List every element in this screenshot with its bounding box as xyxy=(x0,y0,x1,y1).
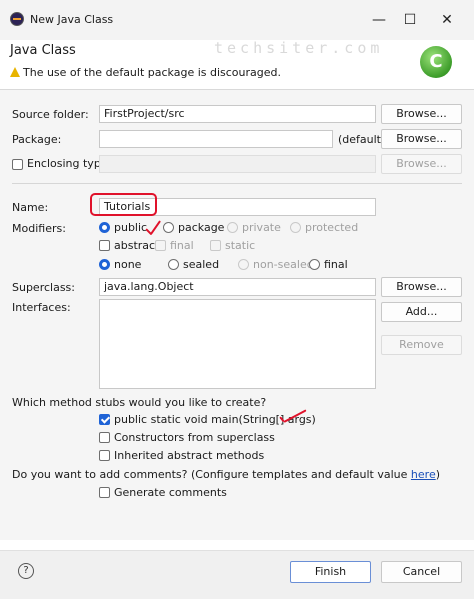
maximize-button[interactable]: ☐ xyxy=(395,8,425,32)
package-label: Package: xyxy=(12,133,62,146)
modifier-public-label: public xyxy=(114,221,148,234)
modifier-static-checkbox[interactable] xyxy=(210,240,221,251)
modifier-protected-label: protected xyxy=(305,221,359,234)
stub-inherited-label: Inherited abstract methods xyxy=(114,449,265,462)
modifier-protected-radio[interactable] xyxy=(290,222,301,233)
annotation-circle xyxy=(90,193,157,216)
stub-inherited-checkbox[interactable] xyxy=(99,450,110,461)
stub-constructors-checkbox[interactable] xyxy=(99,432,110,443)
close-button[interactable]: ✕ xyxy=(432,8,462,32)
page-title: Java Class xyxy=(10,43,76,58)
sealing-none-radio[interactable] xyxy=(99,259,110,270)
configure-templates-link[interactable]: here xyxy=(411,468,436,481)
modifier-package-radio[interactable] xyxy=(163,222,174,233)
interfaces-label: Interfaces: xyxy=(12,301,71,314)
cancel-button[interactable]: Cancel xyxy=(381,561,462,583)
modifier-final-label: final xyxy=(170,239,194,252)
modifier-package-label: package xyxy=(178,221,225,234)
sealing-non-sealed-label: non-sealed xyxy=(253,258,314,271)
modifier-public-radio[interactable] xyxy=(99,222,110,233)
source-folder-label: Source folder: xyxy=(12,108,89,121)
remove-interface-button[interactable]: Remove xyxy=(381,335,462,355)
enclosing-type-browse-button[interactable]: Browse... xyxy=(381,154,462,174)
watermark: techsiter.com xyxy=(214,39,384,57)
superclass-input[interactable]: java.lang.Object xyxy=(99,278,376,296)
package-browse-button[interactable]: Browse... xyxy=(381,129,462,149)
superclass-browse-button[interactable]: Browse... xyxy=(381,277,462,297)
sealing-final-label: final xyxy=(324,258,348,271)
modifiers-label: Modifiers: xyxy=(12,222,66,235)
help-icon[interactable]: ? xyxy=(18,563,34,579)
modifier-private-label: private xyxy=(242,221,281,234)
eclipse-app-icon xyxy=(10,12,24,26)
comments-question: Do you want to add comments? (Configure … xyxy=(12,468,441,481)
enclosing-type-checkbox[interactable] xyxy=(12,159,23,170)
interfaces-list[interactable] xyxy=(99,299,376,389)
finish-button[interactable]: Finish xyxy=(290,561,371,583)
package-default-hint: (default) xyxy=(338,133,386,146)
sealing-sealed-label: sealed xyxy=(183,258,220,271)
sealing-non-sealed-radio[interactable] xyxy=(238,259,249,270)
superclass-label: Superclass: xyxy=(12,281,75,294)
generate-comments-label: Generate comments xyxy=(114,486,227,499)
generate-comments-checkbox[interactable] xyxy=(99,487,110,498)
stub-constructors-label: Constructors from superclass xyxy=(114,431,275,444)
stub-main-checkbox[interactable] xyxy=(99,414,110,425)
source-folder-input[interactable]: FirstProject/src xyxy=(99,105,376,123)
java-class-logo-icon: C xyxy=(420,46,452,78)
sealing-sealed-radio[interactable] xyxy=(168,259,179,270)
add-interface-button[interactable]: Add... xyxy=(381,302,462,322)
sealing-none-label: none xyxy=(114,258,142,271)
modifier-abstract-checkbox[interactable] xyxy=(99,240,110,251)
method-stubs-question: Which method stubs would you like to cre… xyxy=(12,396,267,409)
separator xyxy=(12,183,462,184)
warning-message: The use of the default package is discou… xyxy=(23,66,282,79)
sealing-final-radio[interactable] xyxy=(309,259,320,270)
minimize-button[interactable]: — xyxy=(364,8,394,32)
name-label: Name: xyxy=(12,201,49,214)
package-input[interactable] xyxy=(99,130,333,148)
enclosing-type-input[interactable] xyxy=(99,155,376,173)
source-folder-browse-button[interactable]: Browse... xyxy=(381,104,462,124)
modifier-static-label: static xyxy=(225,239,256,252)
warning-icon xyxy=(10,67,20,77)
modifier-final-checkbox[interactable] xyxy=(155,240,166,251)
modifier-private-radio[interactable] xyxy=(227,222,238,233)
window-title: New Java Class xyxy=(30,13,114,26)
modifier-abstract-label: abstract xyxy=(114,239,160,252)
